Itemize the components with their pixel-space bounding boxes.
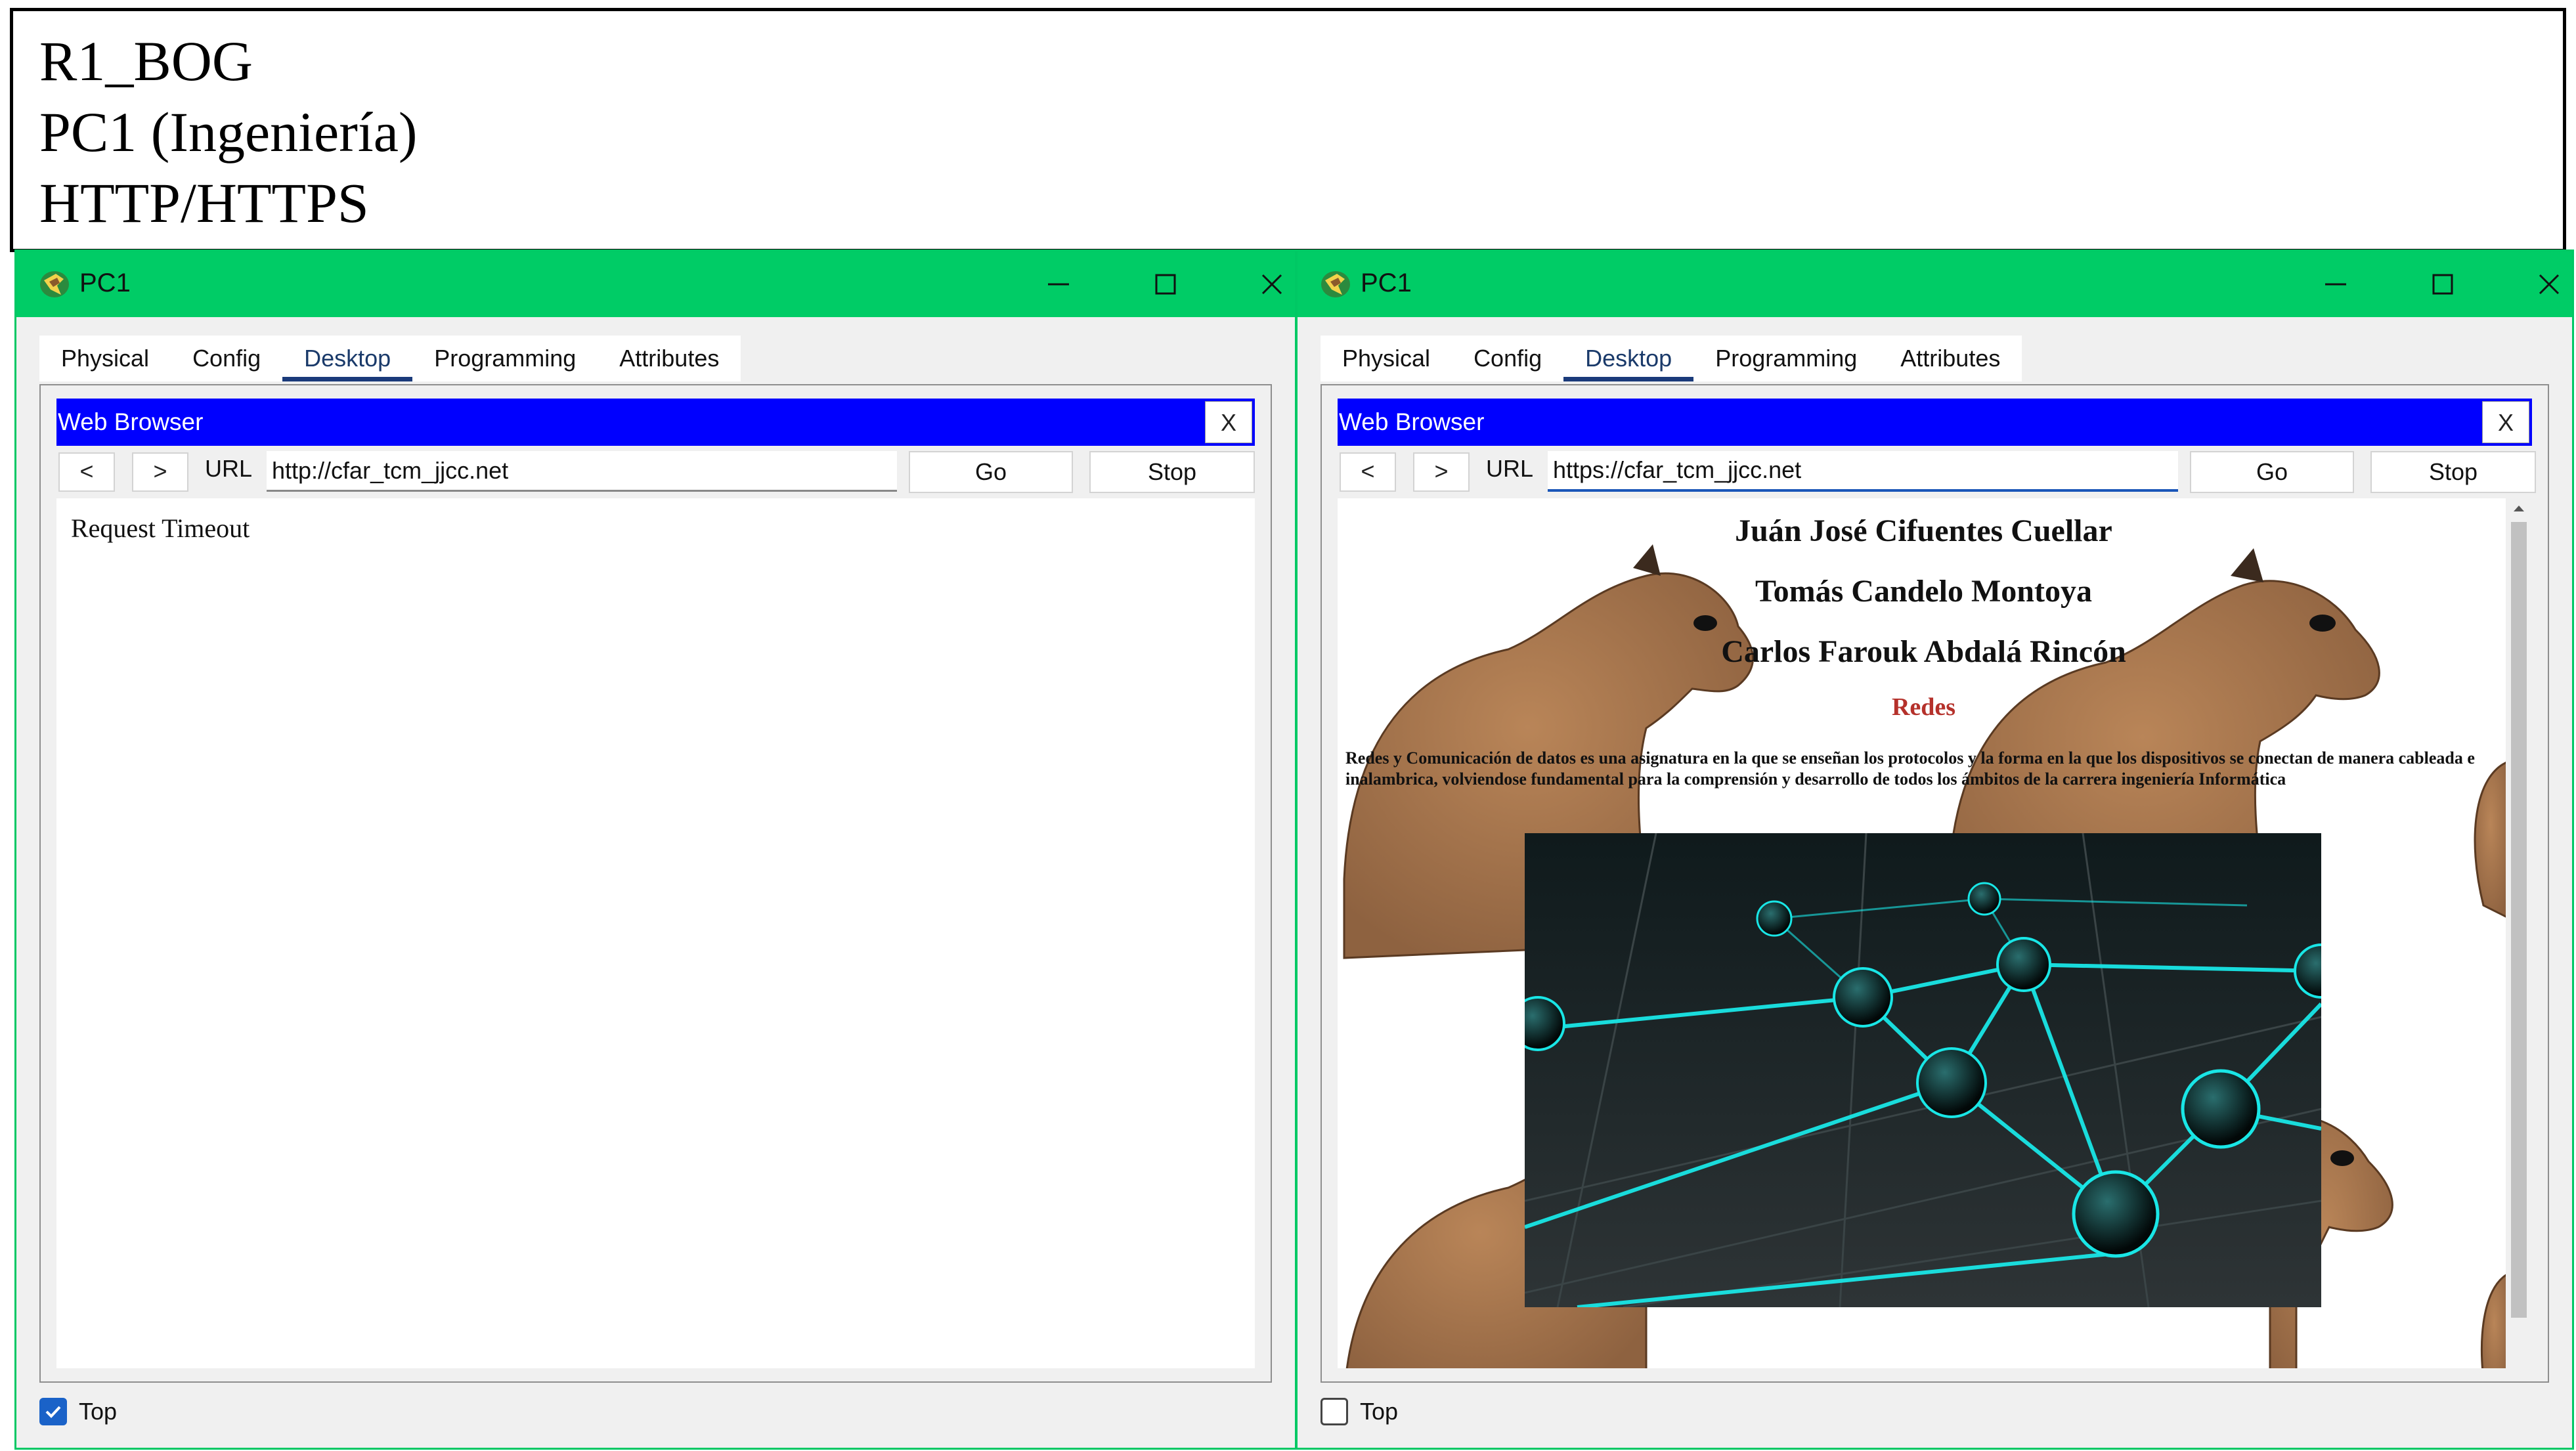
browser-content: Juán José Cifuentes Cuellar Tomás Candel… bbox=[1338, 498, 2532, 1368]
tab-config[interactable]: Config bbox=[171, 336, 282, 381]
top-label: Top bbox=[1360, 1398, 1399, 1425]
pc1-window-right: PC1 Physical Config Desktop Programming … bbox=[1296, 249, 2574, 1450]
page-author-name-1: Juán José Cifuentes Cuellar bbox=[1735, 513, 2112, 548]
browser-navbar: < > URL Go Stop bbox=[56, 446, 1255, 498]
url-label: URL bbox=[1486, 455, 1534, 482]
tab-programming[interactable]: Programming bbox=[412, 336, 598, 381]
go-button[interactable]: Go bbox=[909, 451, 1073, 493]
page-description: Redes y Comunicación de datos es una asi… bbox=[1345, 748, 2475, 789]
request-timeout-message: Request Timeout bbox=[71, 513, 250, 543]
scrollbar-thumb[interactable] bbox=[2511, 522, 2527, 1318]
page-author-name-3: Carlos Farouk Abdalá Rincón bbox=[1721, 634, 2126, 669]
browser-content: Request Timeout bbox=[56, 498, 1255, 1368]
web-browser-title: Web Browser bbox=[1339, 408, 1485, 435]
top-checkbox[interactable] bbox=[1321, 1398, 1348, 1425]
close-icon bbox=[2539, 274, 2560, 295]
header-router-label: R1_BOG bbox=[39, 30, 253, 93]
minimize-button[interactable] bbox=[2306, 261, 2365, 308]
tab-physical[interactable]: Physical bbox=[1321, 336, 1452, 381]
minimize-icon bbox=[2325, 283, 2346, 286]
desktop-panel: Web Browser X < > URL Go Stop bbox=[1321, 384, 2549, 1383]
close-icon bbox=[1261, 274, 1282, 295]
back-button[interactable]: < bbox=[1340, 452, 1396, 492]
window-titlebar[interactable]: PC1 bbox=[16, 251, 1295, 317]
minimize-button[interactable] bbox=[1029, 261, 1088, 308]
go-button[interactable]: Go bbox=[2190, 451, 2354, 493]
scroll-up-button[interactable] bbox=[2506, 498, 2532, 518]
checkmark-icon bbox=[45, 1406, 61, 1418]
top-label: Top bbox=[79, 1398, 118, 1425]
top-option: Top bbox=[39, 1395, 117, 1428]
web-browser: Web Browser X < > URL Go Stop bbox=[1338, 399, 2536, 1368]
stop-button[interactable]: Stop bbox=[1089, 451, 1255, 493]
web-browser-titlebar: Web Browser X bbox=[56, 399, 1255, 446]
tab-desktop[interactable]: Desktop bbox=[282, 336, 413, 381]
minimize-icon bbox=[1048, 283, 1069, 286]
web-browser-close-button[interactable]: X bbox=[2482, 401, 2529, 443]
url-label: URL bbox=[205, 455, 253, 482]
header-box: R1_BOG PC1 (Ingeniería) HTTP/HTTPS bbox=[10, 8, 2566, 252]
top-option: Top bbox=[1321, 1395, 1398, 1428]
pc1-window-left: PC1 Physical Config Desktop Programming … bbox=[14, 249, 1297, 1450]
tab-physical[interactable]: Physical bbox=[39, 336, 171, 381]
web-browser-title: Web Browser bbox=[58, 408, 204, 435]
network-image bbox=[1525, 833, 2321, 1307]
window-titlebar[interactable]: PC1 bbox=[1298, 251, 2572, 317]
browser-navbar: < > URL Go Stop bbox=[1338, 446, 2536, 498]
window-title: PC1 bbox=[79, 269, 131, 297]
close-window-button[interactable] bbox=[1242, 261, 1295, 308]
forward-button[interactable]: > bbox=[132, 452, 188, 492]
url-input[interactable] bbox=[1548, 451, 2178, 492]
tab-attributes[interactable]: Attributes bbox=[598, 336, 741, 381]
arrow-up-icon bbox=[2514, 506, 2524, 511]
url-input[interactable] bbox=[267, 451, 897, 492]
tab-attributes[interactable]: Attributes bbox=[1879, 336, 2022, 381]
device-tabs: Physical Config Desktop Programming Attr… bbox=[1321, 336, 2022, 381]
web-browser: Web Browser X < > URL Go Stop Request Ti… bbox=[56, 399, 1255, 1368]
web-browser-titlebar: Web Browser X bbox=[1338, 399, 2532, 446]
top-checkbox[interactable] bbox=[39, 1398, 67, 1425]
maximize-icon bbox=[1155, 274, 1176, 295]
tab-programming[interactable]: Programming bbox=[1693, 336, 1879, 381]
tab-config[interactable]: Config bbox=[1452, 336, 1563, 381]
device-tabs: Physical Config Desktop Programming Attr… bbox=[39, 336, 741, 381]
back-button[interactable]: < bbox=[58, 452, 115, 492]
header-pc-label: PC1 (Ingeniería) bbox=[39, 100, 418, 163]
close-window-button[interactable] bbox=[2520, 261, 2572, 308]
maximize-button[interactable] bbox=[2413, 261, 2472, 308]
header-protocol-label: HTTP/HTTPS bbox=[39, 171, 369, 234]
page-author-name-2: Tomás Candelo Montoya bbox=[1755, 574, 2092, 609]
forward-button[interactable]: > bbox=[1413, 452, 1470, 492]
window-title: PC1 bbox=[1361, 269, 1412, 297]
web-browser-close-button[interactable]: X bbox=[1205, 401, 1252, 443]
maximize-button[interactable] bbox=[1136, 261, 1195, 308]
desktop-panel: Web Browser X < > URL Go Stop Request Ti… bbox=[39, 384, 1272, 1383]
page-subject-heading: Redes bbox=[1891, 693, 1956, 721]
stop-button[interactable]: Stop bbox=[2370, 451, 2536, 493]
maximize-icon bbox=[2432, 274, 2453, 295]
vertical-scrollbar[interactable] bbox=[2506, 498, 2532, 1368]
tab-desktop[interactable]: Desktop bbox=[1563, 336, 1694, 381]
packet-tracer-icon bbox=[40, 271, 69, 297]
packet-tracer-icon bbox=[1321, 271, 1350, 297]
